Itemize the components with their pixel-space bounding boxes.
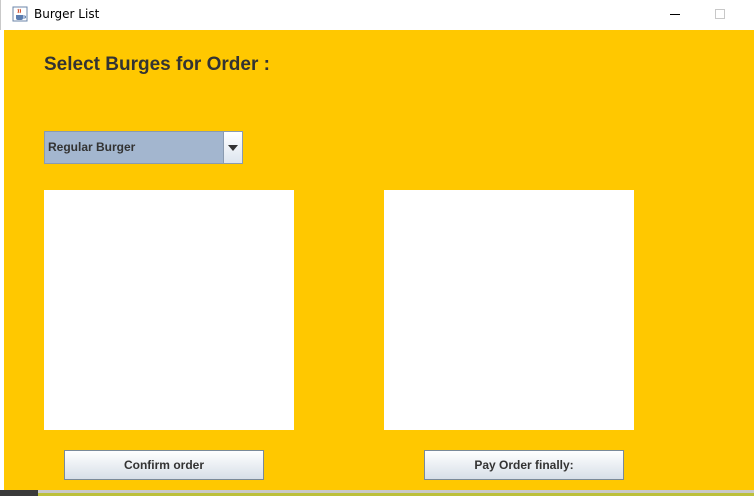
page-title: Select Burges for Order : bbox=[44, 54, 270, 75]
minimize-button[interactable] bbox=[652, 0, 698, 30]
chevron-down-icon[interactable] bbox=[223, 132, 242, 163]
title-bar: Burger List bbox=[0, 0, 754, 30]
order-list-panel[interactable] bbox=[384, 190, 634, 430]
taskbar-edge bbox=[0, 490, 754, 496]
confirm-order-button[interactable]: Confirm order bbox=[64, 450, 264, 480]
taskbar-edge-dark bbox=[0, 490, 38, 496]
burger-dropdown-value: Regular Burger bbox=[48, 140, 136, 154]
burger-dropdown[interactable]: Regular Burger bbox=[44, 131, 243, 164]
java-cup-icon bbox=[12, 6, 28, 22]
maximize-button[interactable] bbox=[698, 0, 744, 30]
burger-list-panel[interactable] bbox=[44, 190, 294, 430]
pay-order-button[interactable]: Pay Order finally: bbox=[424, 450, 624, 480]
window-title: Burger List bbox=[34, 7, 100, 21]
